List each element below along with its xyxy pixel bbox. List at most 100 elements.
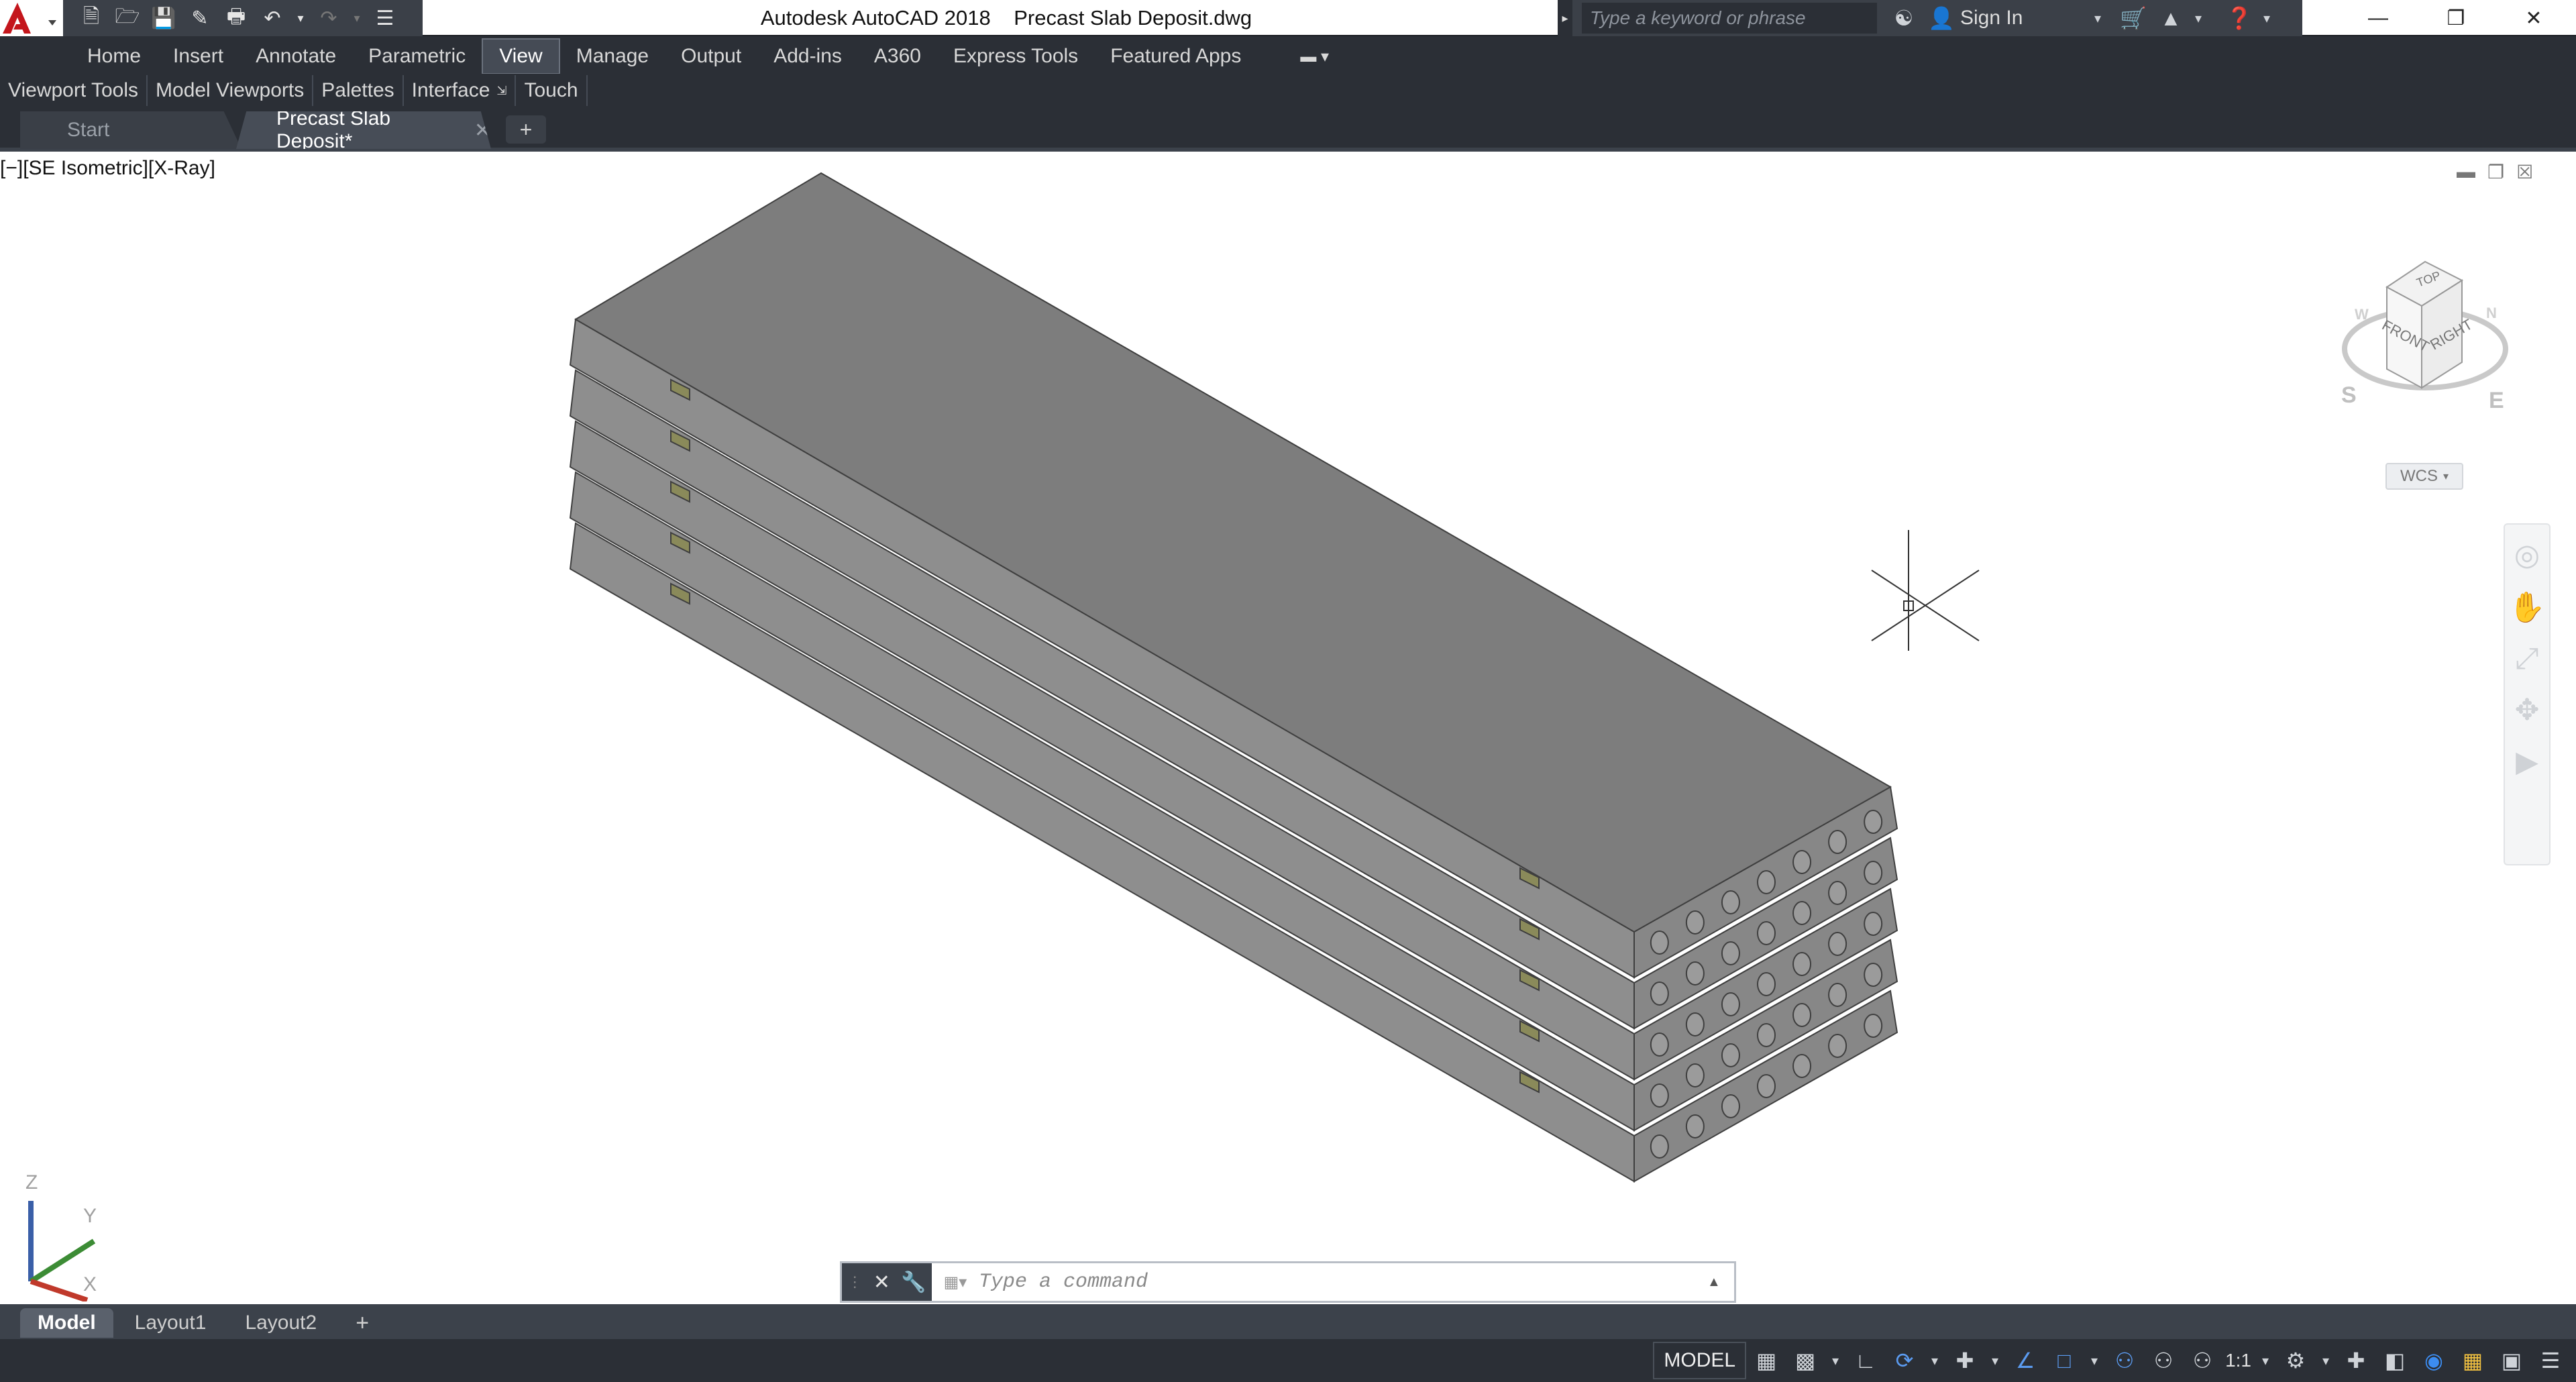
open-icon[interactable]: 🗁: [113, 3, 142, 33]
snap-icon[interactable]: ▩: [1786, 1342, 1824, 1379]
tab-parametric[interactable]: Parametric: [352, 40, 482, 73]
ribbon-minimize-icon[interactable]: ▬ ▾: [1284, 40, 1345, 73]
slab-core-hole: [1828, 983, 1847, 1007]
panel-model-viewports[interactable]: Model Viewports: [148, 75, 314, 106]
pan-icon[interactable]: ✋: [2509, 590, 2546, 625]
chevron-down-icon[interactable]: ▾: [2190, 0, 2207, 37]
sign-in-button[interactable]: Sign In: [1960, 7, 2088, 30]
slab-core-hole: [1864, 963, 1883, 987]
save-icon[interactable]: 💾: [149, 3, 178, 33]
tab-start[interactable]: Start: [20, 111, 241, 149]
panel-palettes[interactable]: Palettes: [313, 75, 404, 106]
tab-home[interactable]: Home: [71, 40, 157, 73]
restore-button[interactable]: ❐: [2419, 0, 2493, 36]
polar-tracking-icon[interactable]: ⟳: [1886, 1342, 1923, 1379]
chevron-down-icon[interactable]: ▾: [2316, 1342, 2336, 1379]
grip-icon[interactable]: ⋮: [847, 1273, 862, 1291]
recent-commands-icon[interactable]: ▦▾: [932, 1263, 979, 1301]
annotation-monitor-icon[interactable]: ✚: [2337, 1342, 2375, 1379]
hardware-acceleration-icon[interactable]: ▦: [2454, 1342, 2491, 1379]
clean-screen-icon[interactable]: ▣: [2493, 1342, 2530, 1379]
annotation-scale-icon[interactable]: ⚇: [2184, 1342, 2221, 1379]
user-icon[interactable]: 👤: [1923, 0, 1960, 37]
annotation-visibility-icon[interactable]: ⚇: [2106, 1342, 2143, 1379]
tab-precast-slab-deposit[interactable]: Precast Slab Deposit* ✕: [236, 111, 491, 149]
chevron-right-icon[interactable]: ▸: [1558, 0, 1572, 36]
cart-icon[interactable]: 🛒: [2114, 0, 2152, 37]
compass-north[interactable]: N: [2486, 305, 2497, 322]
units-icon[interactable]: ◧: [2376, 1342, 2414, 1379]
object-snap-icon[interactable]: □: [2045, 1342, 2083, 1379]
customize-icon[interactable]: ☰: [370, 3, 400, 33]
orbit-icon[interactable]: ✥: [2515, 693, 2540, 727]
slab-core-hole: [1757, 921, 1776, 945]
tab-output[interactable]: Output: [665, 40, 757, 73]
search-input[interactable]: Type a keyword or phrase: [1582, 3, 1877, 34]
chevron-down-icon[interactable]: ▾: [2084, 1342, 2104, 1379]
tab-featured-apps[interactable]: Featured Apps: [1094, 40, 1257, 73]
tab-start-label: Start: [67, 119, 110, 141]
compass-west[interactable]: W: [2355, 306, 2369, 323]
panel-touch[interactable]: Touch: [516, 75, 588, 106]
tab-view[interactable]: View: [482, 38, 560, 74]
close-icon[interactable]: ✕: [873, 1271, 890, 1294]
tab-annotate[interactable]: Annotate: [239, 40, 352, 73]
compass-east[interactable]: E: [2489, 388, 2504, 414]
application-menu-button[interactable]: [0, 0, 63, 36]
tab-manage[interactable]: Manage: [560, 40, 665, 73]
annotation-scale-value[interactable]: 1:1: [2222, 1350, 2254, 1371]
plot-icon[interactable]: 🖶: [221, 3, 251, 33]
tab-layout2[interactable]: Layout2: [227, 1308, 334, 1338]
ortho-icon[interactable]: ∟: [1847, 1342, 1884, 1379]
object-snap-tracking-icon[interactable]: ∠: [2006, 1342, 2044, 1379]
chevron-down-icon[interactable]: ▾: [2088, 0, 2108, 37]
compass-south[interactable]: S: [2341, 382, 2357, 409]
minimize-button[interactable]: —: [2341, 0, 2415, 36]
chevron-down-icon[interactable]: ▾: [1925, 1342, 1945, 1379]
quick-access-toolbar: 🗎 🗁 💾 ✎ 🖶 ↶ ▾ ↷ ▾ ☰: [63, 0, 423, 36]
tab-add-ins[interactable]: Add-ins: [757, 40, 858, 73]
autodesk-app-icon[interactable]: ▲: [2152, 0, 2190, 37]
add-layout-button[interactable]: +: [338, 1308, 386, 1338]
ucs-menu[interactable]: WCS ▾: [2385, 463, 2463, 490]
tab-model[interactable]: Model: [20, 1308, 113, 1338]
wrench-icon[interactable]: 🔧: [901, 1271, 926, 1294]
help-icon[interactable]: ❓: [2220, 0, 2258, 37]
auto-scale-icon[interactable]: ⚇: [2145, 1342, 2182, 1379]
chevron-down-icon[interactable]: ▾: [2258, 0, 2275, 37]
steering-wheel-icon[interactable]: ◎: [2514, 538, 2540, 572]
new-icon[interactable]: 🗎: [76, 3, 106, 33]
chevron-down-icon[interactable]: ▾: [1985, 1342, 2005, 1379]
showmotion-icon[interactable]: ▶: [2516, 745, 2538, 779]
tab-a360[interactable]: A360: [858, 40, 937, 73]
chevron-down-icon[interactable]: ▾: [2255, 1342, 2275, 1379]
tab-layout1[interactable]: Layout1: [117, 1308, 224, 1338]
isolate-objects-icon[interactable]: ◉: [2415, 1342, 2453, 1379]
grid-icon[interactable]: ▦: [1748, 1342, 1785, 1379]
slab-core-hole: [1721, 992, 1740, 1016]
new-tab-button[interactable]: +: [506, 115, 546, 144]
tab-express-tools[interactable]: Express Tools: [937, 40, 1094, 73]
model-space-toggle[interactable]: MODEL: [1653, 1342, 1747, 1379]
command-input[interactable]: Type a command: [979, 1271, 1707, 1293]
redo-icon[interactable]: ↷: [314, 3, 343, 33]
save-as-icon[interactable]: ✎: [185, 3, 215, 33]
customization-menu-icon[interactable]: ☰: [2532, 1342, 2569, 1379]
chevron-down-icon[interactable]: ▾: [350, 3, 364, 33]
chevron-down-icon[interactable]: ▾: [1825, 1342, 1845, 1379]
slab-core-hole: [1757, 972, 1776, 996]
command-history-icon[interactable]: ▲: [1707, 1275, 1734, 1290]
binoculars-icon[interactable]: ☯: [1885, 0, 1923, 37]
chevron-down-icon[interactable]: ▾: [294, 3, 307, 33]
slab-stack-model[interactable]: [0, 153, 2576, 1304]
isodraft-icon[interactable]: ✚: [1946, 1342, 1984, 1379]
close-button[interactable]: ✕: [2497, 0, 2571, 36]
panel-interface[interactable]: Interface ⇲: [404, 75, 517, 106]
zoom-extents-icon[interactable]: ⤢: [2515, 642, 2538, 676]
slab-core-hole: [1757, 1074, 1776, 1098]
undo-icon[interactable]: ↶: [258, 3, 287, 33]
workspace-gear-icon[interactable]: ⚙: [2277, 1342, 2314, 1379]
panel-viewport-tools[interactable]: Viewport Tools: [0, 75, 148, 106]
tab-insert[interactable]: Insert: [157, 40, 239, 73]
viewcube[interactable]: TOP FRONT RIGHT S E W N: [2328, 248, 2509, 436]
